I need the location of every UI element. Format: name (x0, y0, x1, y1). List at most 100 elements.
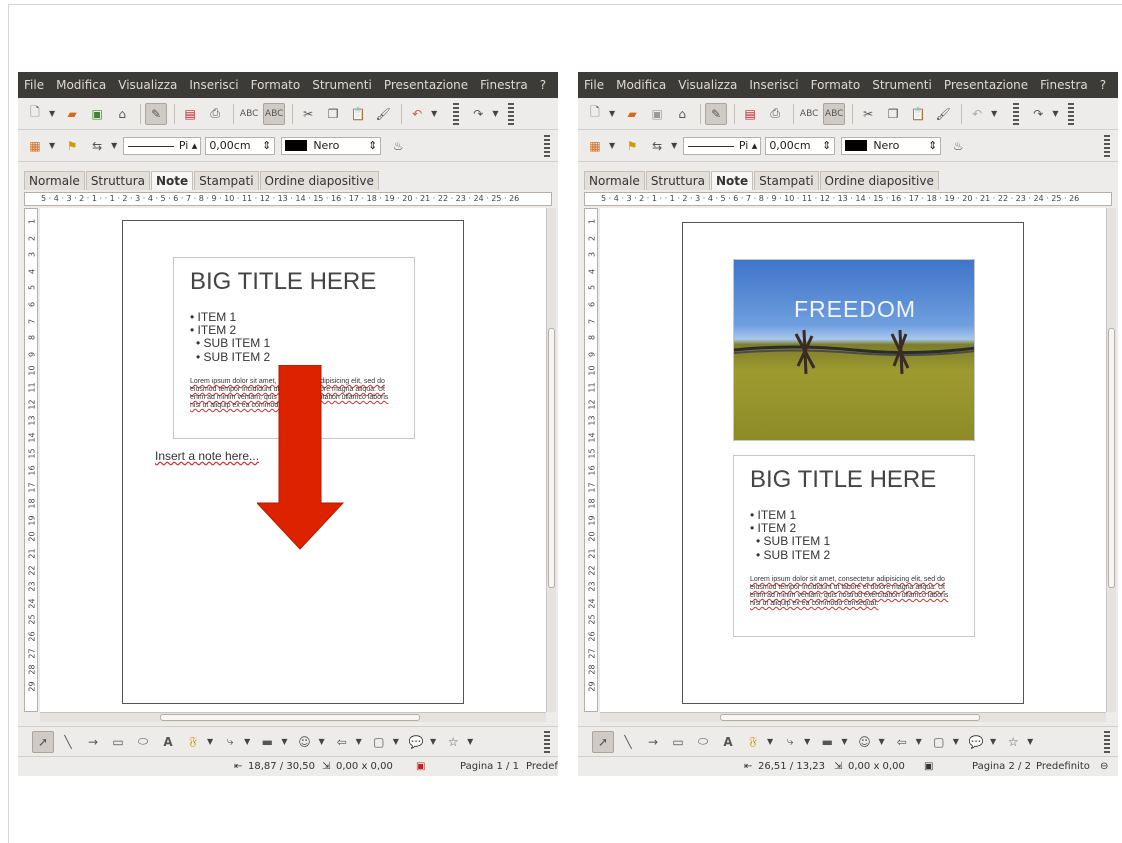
line-icon[interactable]: ⚑ (61, 135, 83, 157)
cut-icon[interactable]: ✂ (857, 103, 879, 125)
fontwork-icon[interactable]: 𝔉 (742, 731, 764, 753)
tab-struttura[interactable]: Struttura (645, 171, 710, 190)
chevron-down-icon[interactable]: ▼ (767, 737, 773, 746)
toolbar-grip[interactable] (1104, 134, 1110, 157)
arrow-line-icon[interactable]: → (82, 731, 104, 753)
ellipse-icon[interactable]: ⬭ (692, 731, 714, 753)
flowchart-icon[interactable]: ▢ (368, 731, 390, 753)
horizontal-scrollbar[interactable] (600, 712, 1106, 722)
freedom-image-slide[interactable]: FREEDOM (733, 259, 975, 441)
tab-ordine-diapositive[interactable]: Ordine diapositive (819, 171, 939, 190)
chevron-down-icon[interactable]: ▼ (878, 737, 884, 746)
stars-icon[interactable]: ☆ (442, 731, 464, 753)
arrow-style-icon[interactable]: ⇆ (86, 135, 108, 157)
menu-visualizza[interactable]: Visualizza (118, 78, 177, 92)
undo-icon[interactable]: ↶ (966, 103, 988, 125)
line-style-select[interactable]: Pi ▴ (123, 136, 202, 155)
area-style-icon[interactable]: ♨ (947, 135, 969, 157)
chevron-down-icon[interactable]: ▼ (244, 737, 250, 746)
callouts-icon[interactable]: 💬 (405, 731, 427, 753)
spin-arrows-icon[interactable]: ⇕ (822, 139, 831, 152)
slide-thumbnail[interactable]: BIG TITLE HERE • ITEM 1 • ITEM 2 • SUB I… (733, 455, 975, 637)
chevron-down-icon[interactable]: ▼ (916, 737, 922, 746)
chevron-down-icon[interactable]: ▼ (671, 141, 677, 150)
menu-formato[interactable]: Formato (811, 78, 861, 92)
toolbar-grip[interactable] (1068, 102, 1075, 125)
redo-icon[interactable]: ↷ (467, 103, 489, 125)
basic-shapes-icon[interactable]: ▬ (816, 731, 838, 753)
chevron-down-icon[interactable]: ▼ (431, 109, 437, 118)
area-style-icon[interactable]: ♨ (387, 135, 409, 157)
chevron-down-icon[interactable]: ▼ (609, 141, 615, 150)
undo-icon[interactable]: ↶ (406, 103, 428, 125)
menu-strumenti[interactable]: Strumenti (312, 78, 372, 92)
line-tool-icon[interactable]: ╲ (57, 731, 79, 753)
open-folder-icon[interactable]: ▰ (621, 103, 643, 125)
cut-icon[interactable]: ✂ (297, 103, 319, 125)
chevron-down-icon[interactable]: ▼ (430, 737, 436, 746)
chevron-down-icon[interactable]: ▼ (49, 109, 55, 118)
edit-mode-icon[interactable]: ✎ (705, 102, 728, 125)
menu-presentazione[interactable]: Presentazione (384, 78, 468, 92)
new-document-icon[interactable]: 🗋 (24, 103, 46, 125)
open-folder-icon[interactable]: ▰ (61, 103, 83, 125)
chevron-down-icon[interactable]: ▼ (318, 737, 324, 746)
vertical-scrollbar[interactable] (1106, 208, 1116, 712)
chevron-down-icon[interactable]: ▼ (356, 737, 362, 746)
line-icon[interactable]: ⚑ (621, 135, 643, 157)
spellcheck-icon[interactable]: ABC (238, 103, 260, 125)
arrow-line-icon[interactable]: → (642, 731, 664, 753)
horizontal-ruler[interactable]: 5 · 4 · 3 · 2 · 1 · · 1 · 2 · 3 · 4 · 5 … (24, 192, 552, 206)
select-pointer-icon[interactable]: ➚ (32, 730, 54, 753)
zoom-icon[interactable]: ⊖ (1100, 761, 1108, 772)
export-pdf-icon[interactable]: ▤ (739, 103, 761, 125)
chevron-down-icon[interactable]: ▼ (990, 737, 996, 746)
toolbar-grip[interactable] (1013, 102, 1020, 125)
menu-visualizza[interactable]: Visualizza (678, 78, 737, 92)
copy-icon[interactable]: ❐ (322, 103, 344, 125)
chevron-down-icon[interactable]: ▼ (841, 737, 847, 746)
line-width-field[interactable]: 0,00cm ⇕ (765, 136, 836, 155)
chevron-down-icon[interactable]: ▼ (953, 737, 959, 746)
print-icon[interactable]: ⎙ (764, 103, 786, 125)
chevron-icon[interactable]: ⇕ (928, 139, 937, 152)
document-modified-icon[interactable]: ▣ (924, 761, 933, 772)
tab-normale[interactable]: Normale (24, 171, 85, 190)
line-color-select[interactable]: Nero ⇕ (841, 136, 942, 155)
chevron-down-icon[interactable]: ▼ (804, 737, 810, 746)
menu-help[interactable]: ? (540, 78, 546, 92)
clone-format-icon[interactable]: 🖌 (932, 103, 954, 125)
tab-note[interactable]: Note (710, 171, 754, 190)
tab-stampati[interactable]: Stampati (194, 171, 259, 190)
toolbar-grip[interactable] (453, 102, 460, 125)
vertical-ruler[interactable]: 1 2 3 4 5 6 7 8 9 10 11 12 13 14 15 16 17 18 19 20 21 22 23 24 2… (584, 208, 598, 712)
line-tool-icon[interactable]: ╲ (617, 731, 639, 753)
scrollbar-thumb[interactable] (1108, 328, 1115, 588)
notes-page[interactable]: FREEDOM BIG TITLE HERE • ITEM 1 • ITEM 2… (682, 222, 1024, 704)
chevron-down-icon[interactable]: ▼ (1052, 109, 1058, 118)
chevron-down-icon[interactable]: ▼ (281, 737, 287, 746)
rectangle-icon[interactable]: ▭ (107, 731, 129, 753)
chevron-down-icon[interactable]: ▼ (49, 141, 55, 150)
connector-icon[interactable]: ⤷ (779, 731, 801, 753)
menu-modifica[interactable]: Modifica (56, 78, 106, 92)
notes-workspace[interactable]: FREEDOM BIG TITLE HERE • ITEM 1 • ITEM 2… (600, 208, 1106, 712)
spellcheck-icon[interactable]: ABC (798, 103, 820, 125)
rectangle-icon[interactable]: ▭ (667, 731, 689, 753)
symbol-shapes-icon[interactable]: ☺ (853, 731, 875, 753)
line-width-field[interactable]: 0,00cm ⇕ (205, 136, 276, 155)
arrow-style-icon[interactable]: ⇆ (646, 135, 668, 157)
menu-presentazione[interactable]: Presentazione (944, 78, 1028, 92)
menu-finestra[interactable]: Finestra (1040, 78, 1088, 92)
menu-file[interactable]: File (584, 78, 604, 92)
chevron-down-icon[interactable]: ▼ (991, 109, 997, 118)
toolbar-grip[interactable] (544, 730, 550, 753)
tab-normale[interactable]: Normale (584, 171, 645, 190)
scrollbar-thumb[interactable] (548, 328, 555, 588)
menu-formato[interactable]: Formato (251, 78, 301, 92)
fontwork-icon[interactable]: 𝔉 (182, 731, 204, 753)
notes-page[interactable]: BIG TITLE HERE • ITEM 1 • ITEM 2 • SUB I… (122, 220, 464, 704)
save-icon[interactable]: ▣ (86, 103, 108, 125)
copy-icon[interactable]: ❐ (882, 103, 904, 125)
chevron-down-icon[interactable]: ▼ (467, 737, 473, 746)
